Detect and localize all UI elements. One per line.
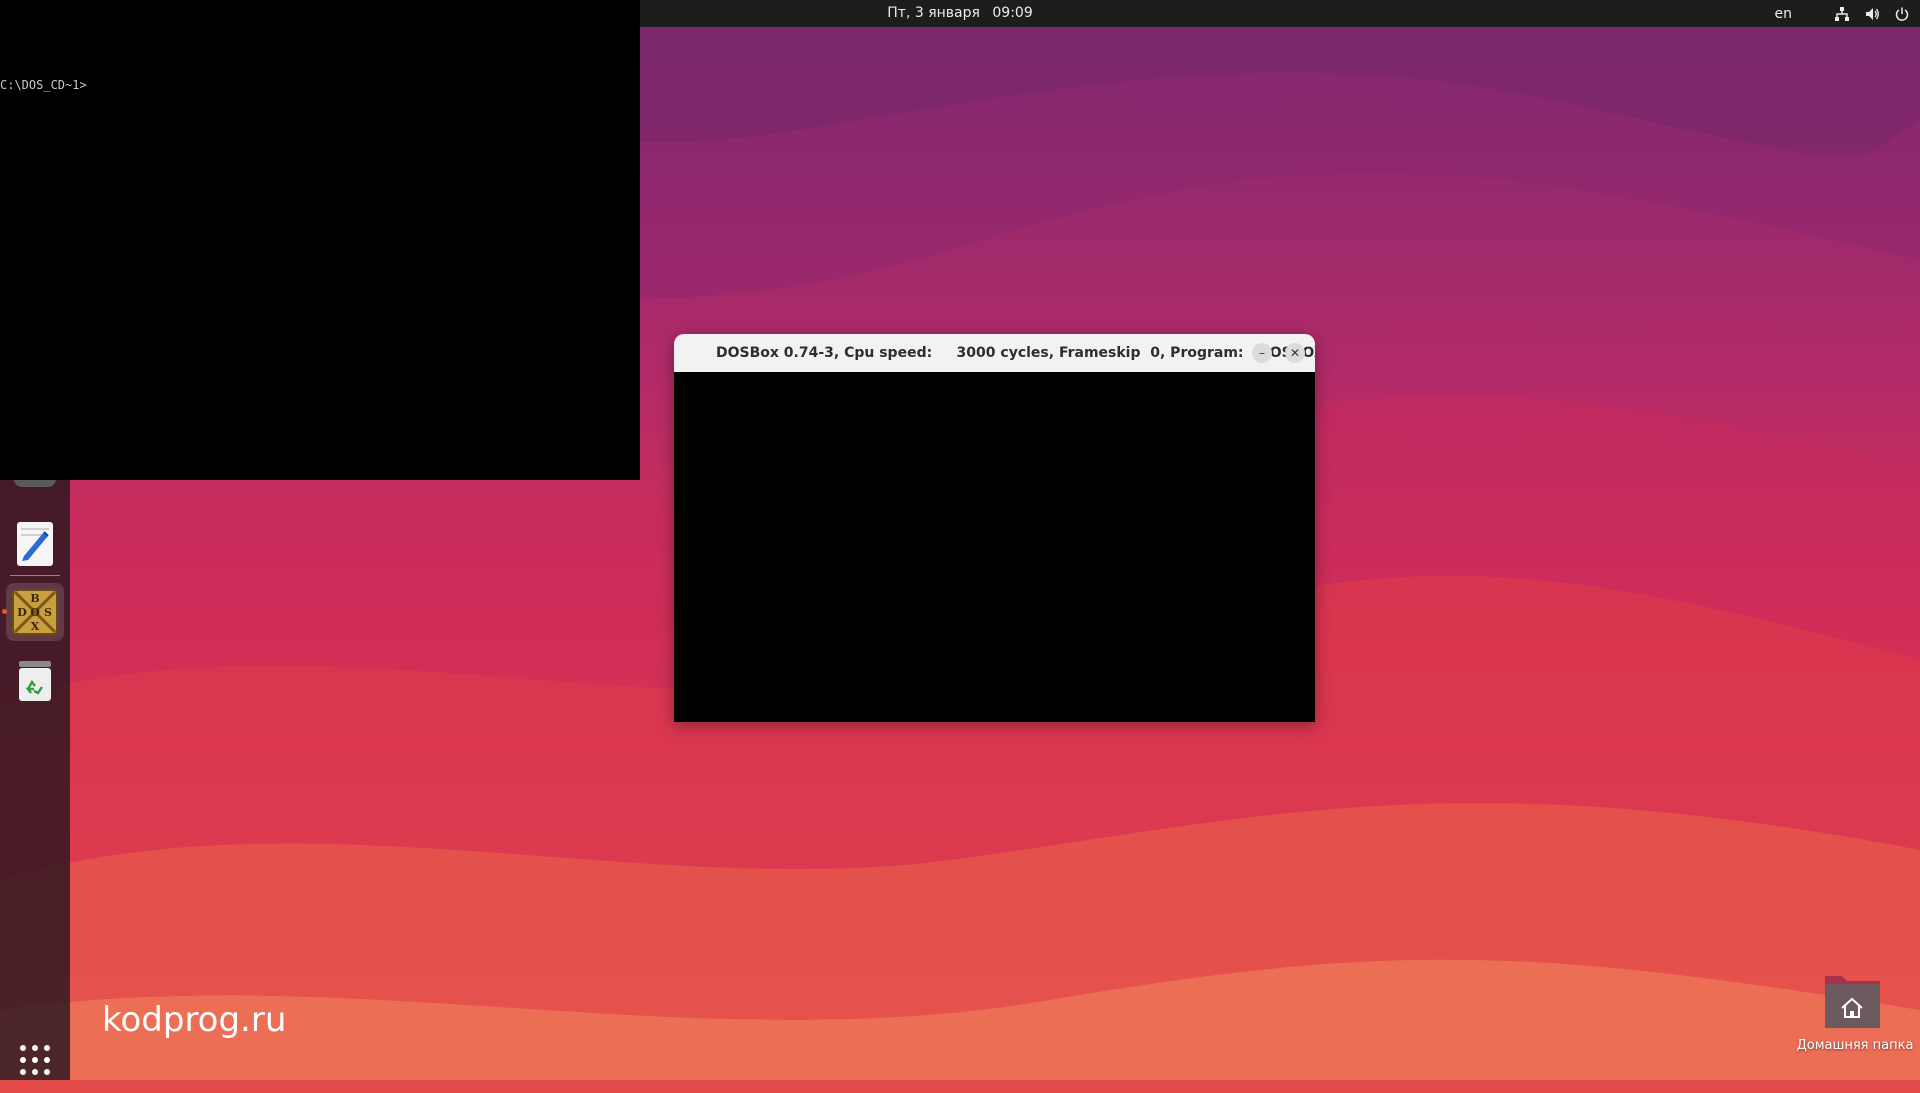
dosbox-content[interactable] (674, 372, 1315, 722)
minimize-button[interactable]: – (1252, 343, 1272, 363)
trash-icon (19, 661, 51, 701)
keyboard-layout[interactable]: en (1775, 6, 1793, 22)
dosbox-window[interactable]: DOSBox 0.74-3, Cpu speed: 3000 cycles, F… (674, 334, 1315, 722)
window-titlebar[interactable]: DOSBox 0.74-3, Cpu speed: 3000 cycles, F… (674, 334, 1315, 372)
home-folder-label: Домашняя папка (1796, 1038, 1914, 1053)
dosbox-icon: B D O S X (12, 589, 58, 635)
system-tray: en (1775, 0, 1911, 27)
close-button[interactable]: ✕ (1285, 343, 1305, 363)
watermark: kodprog.ru (102, 1000, 287, 1040)
power-icon[interactable] (1894, 6, 1910, 22)
svg-text:S: S (44, 606, 52, 619)
svg-text:B: B (30, 592, 39, 605)
svg-text:D: D (17, 606, 27, 619)
window-title: DOSBox 0.74-3, Cpu speed: 3000 cycles, F… (716, 345, 1315, 361)
dock-separator (10, 575, 60, 576)
dock-item-text-editor[interactable] (6, 514, 64, 572)
dos-screen[interactable]: C:\DOS_CD~1> (0, 0, 640, 480)
text-editor-icon (17, 522, 53, 566)
home-folder-icon (1825, 976, 1880, 1028)
svg-text:X: X (31, 620, 40, 633)
svg-text:O: O (30, 606, 40, 619)
app-grid-icon (20, 1045, 50, 1075)
dock-item-dosbox[interactable]: B D O S X (6, 583, 64, 641)
dos-prompt: C:\DOS_CD~1> (0, 78, 87, 92)
dock-item-trash[interactable] (6, 651, 64, 709)
show-apps-button[interactable] (6, 1031, 64, 1089)
volume-icon[interactable] (1864, 6, 1880, 22)
home-folder[interactable]: Домашняя папка (1790, 972, 1920, 1062)
network-icon[interactable] (1834, 6, 1850, 22)
clock-date: Пт, 3 января (887, 5, 980, 21)
clock-time: 09:09 (992, 5, 1033, 21)
